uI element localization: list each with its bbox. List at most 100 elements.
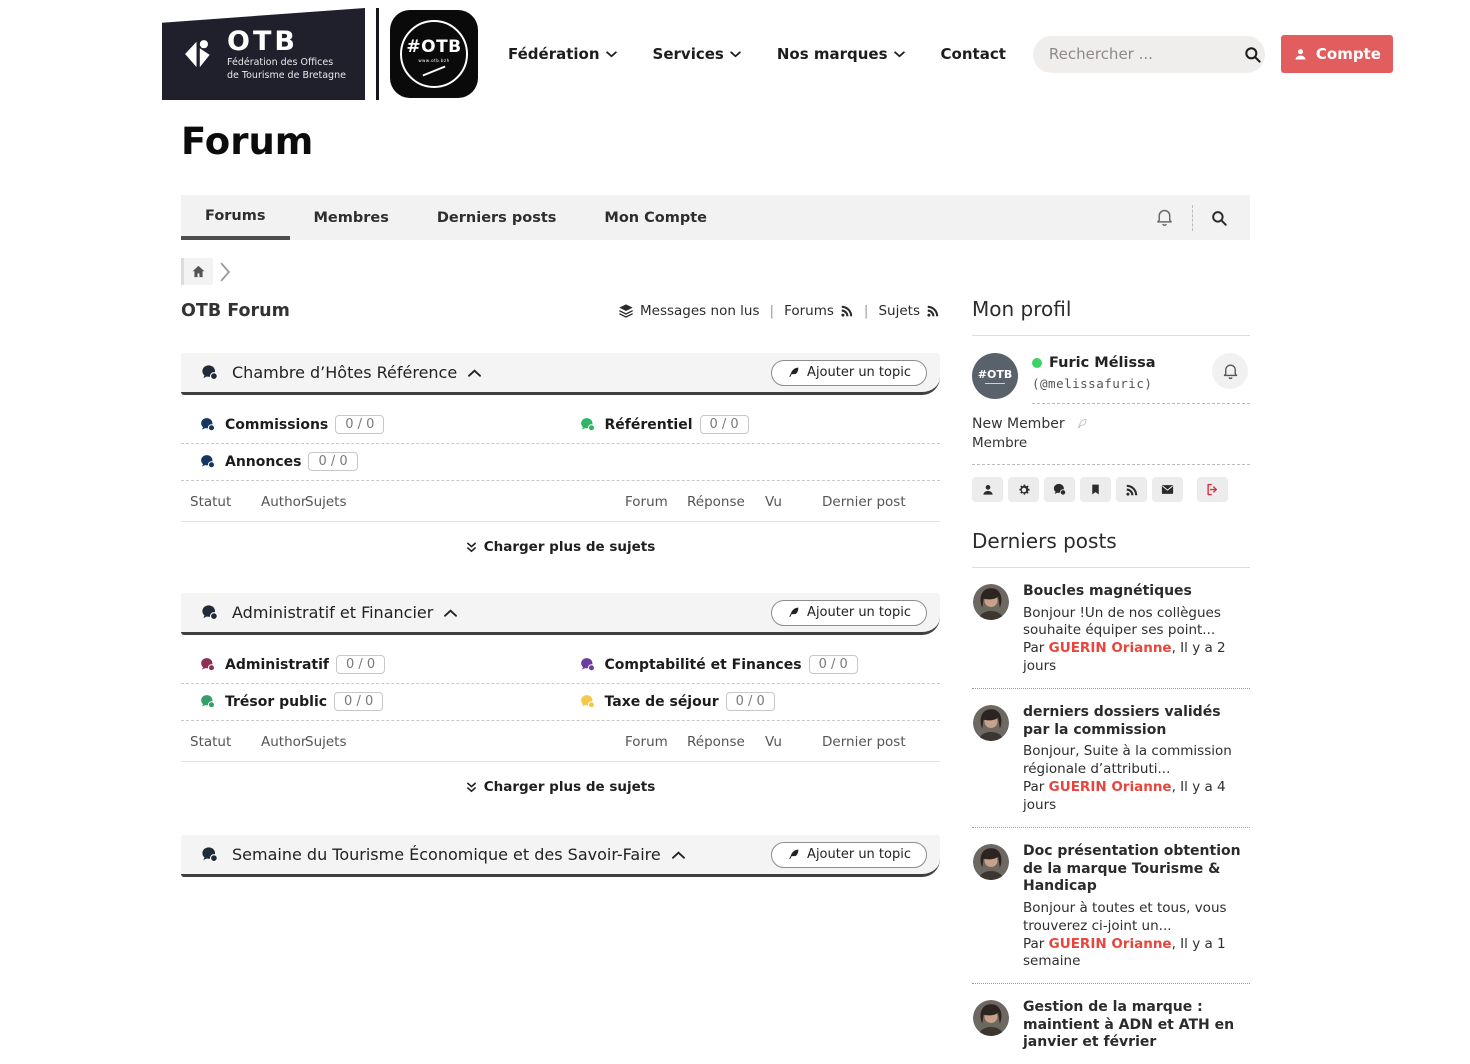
- unread-messages-link[interactable]: Messages non lus: [618, 303, 760, 319]
- nav-contact[interactable]: Contact: [941, 45, 1006, 63]
- profile-name[interactable]: Furic Mélissa: [1049, 355, 1156, 371]
- avatar[interactable]: [972, 999, 1010, 1052]
- feather-icon: [787, 366, 800, 379]
- profile-card: #OTB Furic Mélissa (@melissafuric): [972, 353, 1250, 404]
- topics-table-header: Statut Author Sujets Forum Réponse Vu De…: [181, 721, 940, 762]
- tab-membres[interactable]: Membres: [290, 195, 413, 240]
- nav-federation[interactable]: Fédération: [508, 45, 617, 63]
- profile-role: Membre: [972, 435, 1028, 451]
- comments-icon: [200, 603, 219, 622]
- profile-user-button[interactable]: [972, 477, 1003, 502]
- comments-icon: [199, 453, 216, 470]
- section-title: Chambre d’Hôtes Référence: [232, 363, 458, 382]
- chevron-right-icon: [219, 262, 231, 282]
- profile-bell-button[interactable]: [1212, 353, 1248, 389]
- nav-services[interactable]: Services: [653, 45, 741, 63]
- notifications-bell-icon[interactable]: [1154, 207, 1175, 228]
- subforum-tresor-public[interactable]: Trésor public 0 / 0: [181, 692, 561, 711]
- logo-title: OTB: [227, 26, 298, 58]
- badge-swoosh: [422, 65, 446, 76]
- comments-icon: [200, 363, 219, 382]
- subforum-annonces[interactable]: Annonces 0 / 0: [181, 452, 561, 471]
- add-topic-button[interactable]: Ajouter un topic: [771, 359, 927, 386]
- comments-icon: [579, 656, 596, 673]
- add-topic-button[interactable]: Ajouter un topic: [771, 841, 927, 868]
- topic-post-count: 0 / 0: [308, 452, 358, 471]
- forum-main: OTB Forum Messages non lus | Forums | Su…: [181, 297, 940, 877]
- avatar[interactable]: [972, 843, 1010, 971]
- logo-subtitle-2: de Tourisme de Bretagne: [227, 69, 346, 81]
- topics-table-header: Statut Author Sujets Forum Réponse Vu De…: [181, 481, 940, 522]
- post-excerpt: Bonjour, Suite à la commission régionale…: [1023, 743, 1232, 778]
- subforum-commissions[interactable]: Commissions 0 / 0: [181, 415, 561, 434]
- topic-post-count: 0 / 0: [334, 692, 384, 711]
- comments-icon: [199, 656, 216, 673]
- search-input[interactable]: [1048, 45, 1243, 63]
- tab-forums[interactable]: Forums: [181, 195, 290, 240]
- home-icon: [191, 264, 206, 279]
- topic-post-count: 0 / 0: [335, 655, 386, 674]
- topic-post-count: 0 / 0: [808, 655, 858, 674]
- section-header-semaine-tourisme[interactable]: Semaine du Tourisme Économique et des Sa…: [181, 835, 940, 877]
- messages-button[interactable]: [1044, 477, 1075, 502]
- subforum-referentiel[interactable]: Référentiel 0 / 0: [561, 415, 941, 434]
- load-more-topics[interactable]: Charger plus de sujets: [181, 522, 940, 571]
- post-title[interactable]: Doc présentation obtention de la marque …: [1023, 843, 1250, 896]
- comments-icon: [579, 693, 596, 710]
- nav-nos-marques[interactable]: Nos marques: [777, 45, 905, 63]
- section-title: Semaine du Tourisme Économique et des Sa…: [232, 845, 661, 864]
- double-chevron-down-icon: [466, 542, 477, 553]
- comments-icon: [199, 693, 216, 710]
- rss-button[interactable]: [1116, 477, 1147, 502]
- search-icon[interactable]: [1243, 45, 1262, 64]
- email-button[interactable]: [1152, 477, 1183, 502]
- sidebar: Mon profil #OTB Furic Mélissa (@melissaf…: [972, 297, 1250, 1064]
- forums-rss-link[interactable]: Forums: [784, 303, 854, 319]
- account-button[interactable]: Compte: [1280, 35, 1393, 73]
- quill-icon: [1075, 417, 1089, 431]
- otb-logo[interactable]: OTB Fédération des Offices de Tourisme d…: [162, 8, 365, 100]
- post-author-link[interactable]: GUERIN Orianne: [1049, 936, 1172, 952]
- hashtag-otb-badge[interactable]: #OTB www.otb.bzh: [390, 10, 478, 98]
- layers-icon: [618, 303, 634, 319]
- comments-icon: [200, 845, 219, 864]
- chevron-down-icon: [730, 50, 741, 58]
- tab-mon-compte[interactable]: Mon Compte: [580, 195, 731, 240]
- online-status-dot: [1032, 358, 1042, 368]
- divider: [972, 464, 1250, 465]
- logout-button[interactable]: [1197, 477, 1228, 502]
- subforum-comptabilite[interactable]: Comptabilité et Finances 0 / 0: [561, 655, 941, 674]
- subforum-administratif[interactable]: Administratif 0 / 0: [181, 655, 561, 674]
- profile-actions: [972, 477, 1250, 502]
- add-topic-button[interactable]: Ajouter un topic: [771, 599, 927, 626]
- post-excerpt: Bonjour à toutes et tous, vous trouverez…: [1023, 899, 1227, 934]
- topic-post-count: 0 / 0: [725, 692, 775, 711]
- site-search: [1032, 35, 1265, 73]
- forum-tabbar: Forums Membres Derniers posts Mon Compte: [181, 195, 1250, 240]
- avatar[interactable]: #OTB: [972, 353, 1018, 399]
- post-title[interactable]: Gestion de la marque : maintient à ADN e…: [1023, 999, 1250, 1052]
- derniers-posts-heading: Derniers posts: [972, 529, 1250, 568]
- forum-section: Chambre d’Hôtes Référence Ajouter un top…: [181, 353, 940, 571]
- forum-search-icon[interactable]: [1210, 209, 1228, 227]
- avatar[interactable]: [972, 704, 1010, 815]
- tab-derniers-posts[interactable]: Derniers posts: [413, 195, 581, 240]
- forum-section: Administratif et Financier Ajouter un to…: [181, 593, 940, 811]
- load-more-topics[interactable]: Charger plus de sujets: [181, 762, 940, 811]
- breadcrumb-home[interactable]: [181, 258, 213, 285]
- bookmark-button[interactable]: [1080, 477, 1111, 502]
- badge-text: #OTB: [406, 36, 462, 57]
- section-title: Administratif et Financier: [232, 603, 434, 622]
- section-header-chambre[interactable]: Chambre d’Hôtes Référence Ajouter un top…: [181, 353, 940, 395]
- post-author-link[interactable]: GUERIN Orianne: [1049, 779, 1172, 795]
- topic-post-count: 0 / 0: [699, 415, 749, 434]
- subforum-taxe-de-sejour[interactable]: Taxe de séjour 0 / 0: [561, 692, 941, 711]
- post-author-link[interactable]: GUERIN Orianne: [1049, 640, 1172, 656]
- post-title[interactable]: Boucles magnétiques: [1023, 583, 1250, 601]
- post-title[interactable]: derniers dossiers validés par la commiss…: [1023, 704, 1250, 739]
- sujets-rss-link[interactable]: Sujets: [878, 303, 940, 319]
- avatar[interactable]: [972, 583, 1010, 676]
- settings-gear-button[interactable]: [1008, 477, 1039, 502]
- section-header-administratif[interactable]: Administratif et Financier Ajouter un to…: [181, 593, 940, 635]
- latest-post-item: derniers dossiers validés par la commiss…: [972, 704, 1250, 829]
